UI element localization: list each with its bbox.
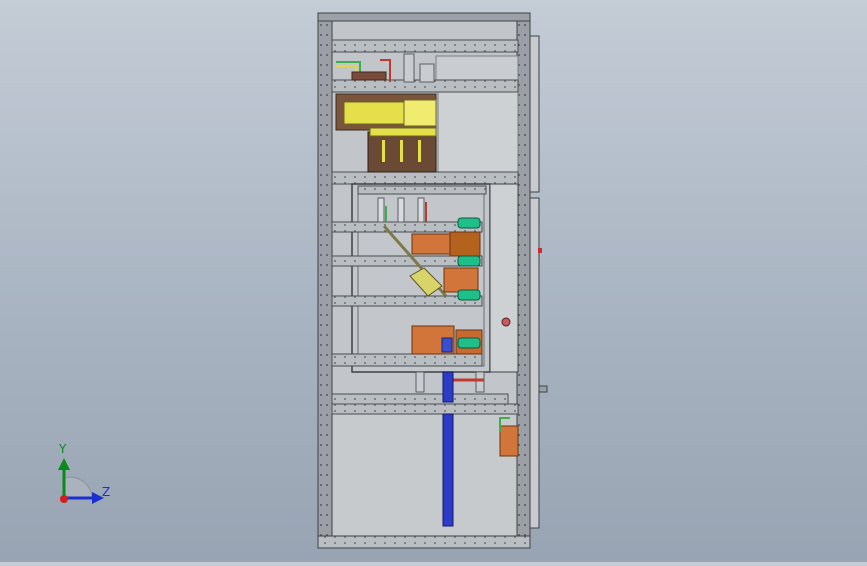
compartment-top-rail: [357, 185, 487, 195]
cad-viewport[interactable]: Y Z: [0, 0, 867, 562]
copper-component: [443, 267, 479, 293]
cable-clamp: [403, 53, 415, 83]
y-axis-arrow: [58, 458, 70, 470]
upper-right-plate: [435, 55, 519, 83]
origin-point: [60, 495, 68, 503]
bottom-frame: [317, 535, 531, 549]
rail: [331, 353, 483, 367]
green-terminal: [457, 289, 481, 301]
busbar-brown-top: [369, 127, 437, 137]
upper-cover-plate: [437, 91, 519, 173]
rail: [331, 171, 519, 185]
side-door-upper[interactable]: [529, 35, 540, 193]
green-terminal: [457, 255, 481, 267]
door-lock[interactable]: [501, 317, 511, 327]
copper-component: [411, 233, 451, 255]
blue-ground-bar: [442, 413, 454, 527]
cable-clamp: [419, 63, 435, 83]
z-axis-label: Z: [102, 485, 111, 499]
blue-component: [441, 337, 453, 353]
left-frame-post: [317, 13, 333, 549]
compartment-door[interactable]: [489, 183, 519, 373]
cable-bundle: [397, 197, 405, 223]
triad-arc: [63, 476, 93, 499]
terminal-block: [351, 71, 387, 81]
busbar-bar: [382, 140, 385, 162]
cable-bundle: [377, 197, 385, 223]
rail: [331, 39, 519, 53]
cable-bundle: [417, 197, 425, 223]
axis-triad: [58, 458, 104, 504]
y-axis-label: Y: [59, 442, 67, 456]
copper-component: [449, 231, 481, 257]
support-bracket: [415, 371, 425, 393]
switchgear-cabinet-model[interactable]: [0, 0, 867, 562]
rail: [331, 403, 519, 415]
door-indicator: [538, 248, 542, 253]
blue-ground-bar: [442, 371, 454, 403]
copper-connector: [499, 425, 519, 457]
busbar-yellow-end: [403, 99, 437, 127]
busbar-bar: [400, 140, 403, 162]
support-bracket: [475, 371, 485, 393]
green-terminal: [457, 337, 481, 349]
right-frame-post: [516, 13, 531, 549]
green-terminal: [457, 217, 481, 229]
door-handle[interactable]: [538, 385, 548, 393]
rail: [331, 393, 509, 405]
top-frame: [317, 12, 531, 22]
lower-compartment: [331, 413, 519, 537]
side-door-lower[interactable]: [529, 197, 540, 529]
busbar-bar: [418, 140, 421, 162]
